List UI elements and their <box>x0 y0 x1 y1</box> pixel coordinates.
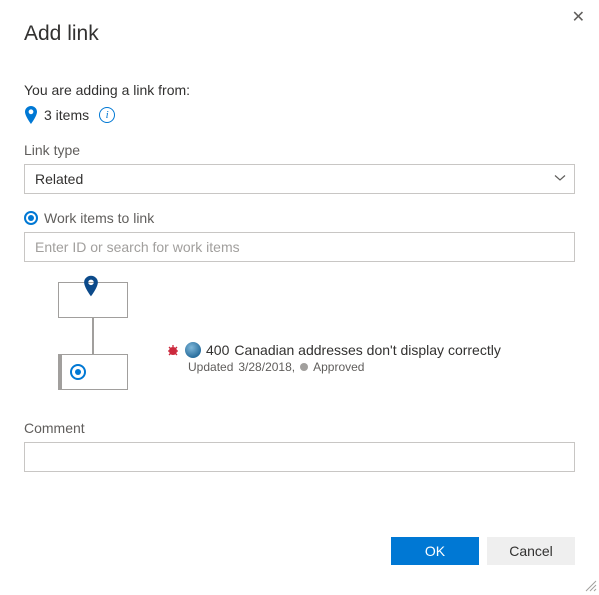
updated-date: 3/28/2018, <box>238 360 295 374</box>
resize-grip-icon[interactable] <box>585 579 597 591</box>
intro-text: You are adding a link from: <box>24 82 575 98</box>
link-type-value: Related <box>35 171 83 187</box>
cancel-button[interactable]: Cancel <box>487 537 575 565</box>
diagram-target-node <box>58 354 128 390</box>
work-items-label: Work items to link <box>44 210 154 226</box>
close-button[interactable]: ✕ <box>572 10 585 26</box>
close-icon: ✕ <box>572 9 585 26</box>
target-icon <box>24 211 38 225</box>
items-count: 3 items <box>44 107 89 123</box>
avatar <box>185 342 201 358</box>
work-items-search-input[interactable] <box>24 232 575 262</box>
comment-input[interactable] <box>24 442 575 472</box>
pin-icon <box>83 275 99 300</box>
info-icon[interactable]: i <box>99 107 115 123</box>
target-icon <box>70 364 86 380</box>
link-type-label: Link type <box>24 142 575 158</box>
work-item-id: 400 <box>206 342 229 358</box>
linked-work-item[interactable]: 400 Canadian addresses don't display cor… <box>166 342 575 392</box>
diagram-source-node <box>58 282 128 318</box>
updated-prefix: Updated <box>188 360 233 374</box>
work-item-title: Canadian addresses don't display correct… <box>234 342 501 358</box>
diagram-connector <box>92 318 94 354</box>
chevron-down-icon <box>554 171 566 187</box>
ok-button[interactable]: OK <box>391 537 479 565</box>
work-item-state: Approved <box>313 360 364 374</box>
bug-icon <box>166 343 180 357</box>
comment-label: Comment <box>24 420 575 436</box>
state-dot-icon <box>300 363 308 371</box>
link-type-select[interactable]: Related <box>24 164 575 194</box>
link-diagram <box>44 272 134 392</box>
dialog-title: Add link <box>24 22 575 46</box>
pin-icon <box>24 106 38 124</box>
